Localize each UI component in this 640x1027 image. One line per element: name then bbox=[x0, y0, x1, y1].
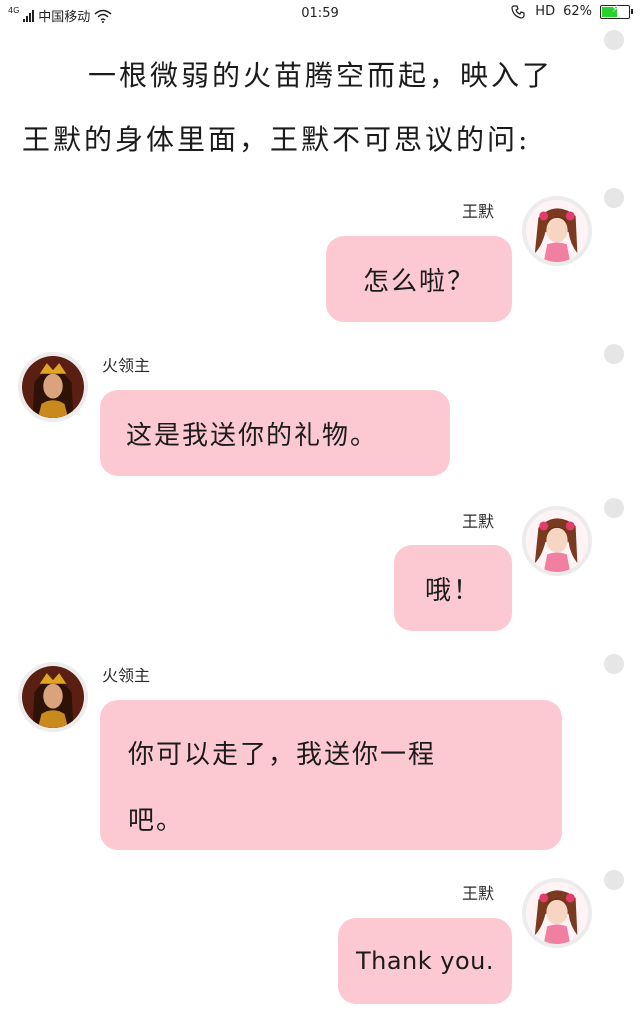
story-text: 一根微弱的火苗腾空而起，映入了 王默的身体里面，王默不可思议的问: bbox=[22, 44, 602, 172]
avatar[interactable] bbox=[18, 352, 88, 422]
sender-name: 火领主 bbox=[102, 666, 151, 685]
message-line-1: 你可以走了，我送你一程 bbox=[128, 740, 437, 770]
girl-avatar-icon bbox=[526, 200, 588, 262]
indicator-dot bbox=[604, 498, 624, 518]
phone-icon bbox=[511, 4, 525, 19]
sender-name: 王默 bbox=[462, 884, 495, 903]
status-bar: 4G 中国移动 01:59 HD 62% ⚡ bbox=[0, 0, 640, 30]
avatar[interactable] bbox=[18, 662, 88, 732]
indicator-dot bbox=[604, 188, 624, 208]
indicator-dot bbox=[604, 654, 624, 674]
indicator-dot bbox=[604, 30, 624, 50]
indicator-dot bbox=[604, 870, 624, 890]
girl-avatar-icon bbox=[526, 510, 588, 572]
indicator-dot bbox=[604, 344, 624, 364]
charging-icon: ⚡ bbox=[611, 3, 619, 15]
message-line-2: 吧。 bbox=[128, 806, 185, 836]
avatar[interactable] bbox=[522, 878, 592, 948]
sender-name: 火领主 bbox=[102, 356, 151, 375]
sender-name: 王默 bbox=[462, 512, 495, 531]
story-line-2: 王默的身体里面，王默不可思议的问: bbox=[22, 123, 531, 156]
message-bubble: 怎么啦？ bbox=[326, 236, 512, 322]
hd-label: HD bbox=[535, 4, 556, 19]
message-bubble: 这是我送你的礼物。 bbox=[100, 390, 450, 476]
message-bubble: Thank you. bbox=[338, 918, 512, 1004]
message-bubble: 哦！ bbox=[394, 545, 512, 631]
avatar[interactable] bbox=[522, 506, 592, 576]
warrior-avatar-icon bbox=[22, 666, 84, 728]
battery-percent: 62% bbox=[563, 4, 592, 19]
girl-avatar-icon bbox=[526, 882, 588, 944]
battery-icon: ⚡ bbox=[600, 3, 633, 19]
sender-name: 王默 bbox=[462, 202, 495, 221]
warrior-avatar-icon bbox=[22, 356, 84, 418]
avatar[interactable] bbox=[522, 196, 592, 266]
status-right: HD 62% ⚡ bbox=[511, 3, 633, 19]
message-bubble: 你可以走了，我送你一程 吧。 bbox=[100, 700, 562, 850]
story-line-1: 一根微弱的火苗腾空而起，映入了 bbox=[88, 59, 554, 92]
